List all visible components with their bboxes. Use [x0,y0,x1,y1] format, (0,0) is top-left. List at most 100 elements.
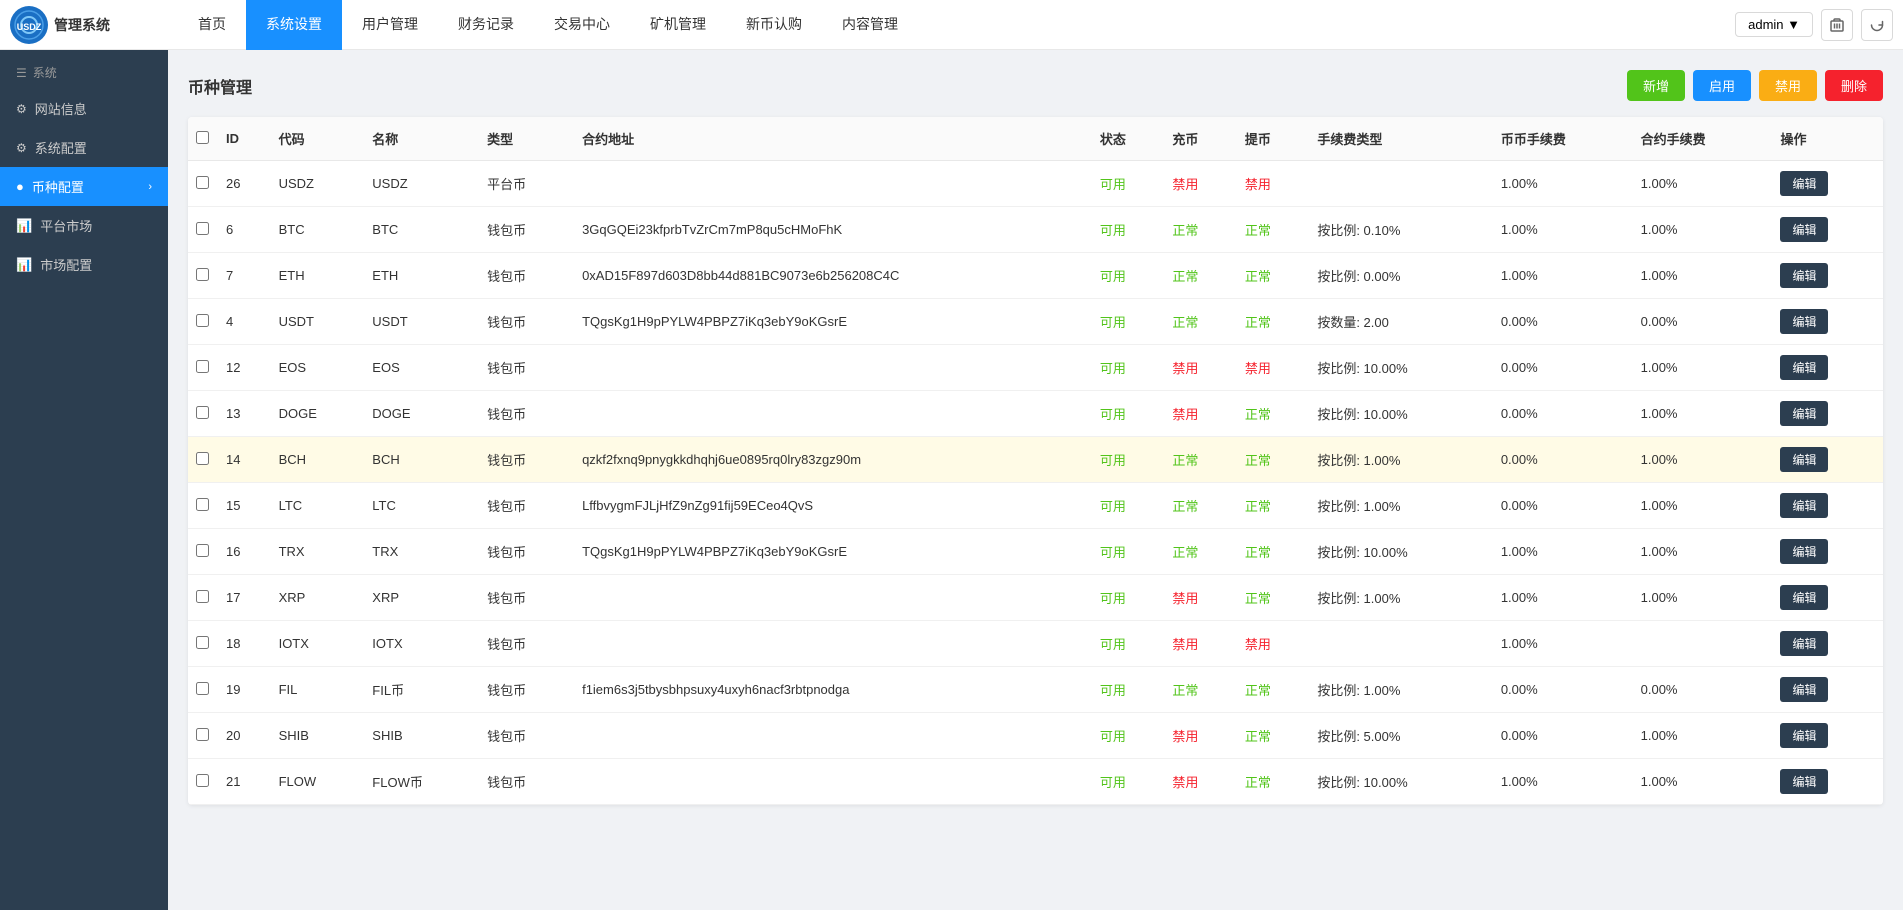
row-checkbox-5[interactable] [196,406,209,419]
row-checkbox-4[interactable] [196,360,209,373]
header-charge: 充币 [1164,117,1237,161]
row-checkbox-3[interactable] [196,314,209,327]
nav-new-coin[interactable]: 新币认购 [726,0,822,50]
edit-button-8[interactable]: 编辑 [1780,539,1828,564]
edit-button-13[interactable]: 编辑 [1780,769,1828,794]
row-contract: TQgsKg1H9pPYLW4PBPZ7iKq3ebY9oKGsrE [574,529,1092,575]
enable-button[interactable]: 启用 [1693,70,1751,101]
row-withdraw: 正常 [1237,483,1310,529]
row-id: 18 [218,621,271,667]
gear-icon-2: ⚙ [16,141,27,155]
row-charge: 正常 [1164,299,1237,345]
row-checkbox-12[interactable] [196,728,209,741]
row-checkbox-cell [188,529,218,575]
row-checkbox-6[interactable] [196,452,209,465]
row-contract [574,391,1092,437]
row-checkbox-cell [188,253,218,299]
nav-mining[interactable]: 矿机管理 [630,0,726,50]
nav-right: admin ▼ [1735,9,1893,41]
row-contract-fee: 1.00% [1633,529,1773,575]
chevron-right-icon: › [148,181,152,193]
edit-button-2[interactable]: 编辑 [1780,263,1828,288]
app-container: USDZ 管理系统 首页 系统设置 用户管理 财务记录 交易中心 矿机管理 新币… [0,0,1903,910]
row-operation: 编辑 [1772,575,1883,621]
sidebar-item-coin-config[interactable]: ● 币种配置 › [0,167,168,206]
header-buttons: 新增 启用 禁用 删除 [1627,70,1883,101]
row-operation: 编辑 [1772,529,1883,575]
row-charge: 禁用 [1164,575,1237,621]
row-checkbox-1[interactable] [196,222,209,235]
coin-table-container: ID 代码 名称 类型 合约地址 状态 充币 提币 手续费类型 币币手续费 合约… [188,117,1883,805]
row-checkbox-0[interactable] [196,176,209,189]
row-name: DOGE [364,391,479,437]
row-contract-fee: 1.00% [1633,391,1773,437]
edit-button-3[interactable]: 编辑 [1780,309,1828,334]
edit-button-10[interactable]: 编辑 [1780,631,1828,656]
main-content: 币种管理 新增 启用 禁用 删除 ID [168,50,1903,910]
row-fee-type: 按比例: 0.10% [1309,207,1493,253]
sidebar-item-platform-market[interactable]: 📊 平台市场 [0,206,168,245]
row-checkbox-8[interactable] [196,544,209,557]
sidebar-item-website-info[interactable]: ⚙ 网站信息 [0,89,168,128]
row-type: 钱包币 [479,759,574,805]
disable-button[interactable]: 禁用 [1759,70,1817,101]
row-fee-type: 按比例: 10.00% [1309,345,1493,391]
nav-user-management[interactable]: 用户管理 [342,0,438,50]
row-checkbox-cell [188,345,218,391]
select-all-checkbox[interactable] [196,131,209,144]
row-withdraw: 正常 [1237,437,1310,483]
row-code: FLOW [271,759,365,805]
row-id: 15 [218,483,271,529]
row-checkbox-9[interactable] [196,590,209,603]
edit-button-11[interactable]: 编辑 [1780,677,1828,702]
nav-content[interactable]: 内容管理 [822,0,918,50]
row-checkbox-7[interactable] [196,498,209,511]
main-nav: 首页 系统设置 用户管理 财务记录 交易中心 矿机管理 新币认购 内容管理 [178,0,1735,50]
edit-button-1[interactable]: 编辑 [1780,217,1828,242]
edit-button-6[interactable]: 编辑 [1780,447,1828,472]
row-withdraw: 正常 [1237,299,1310,345]
edit-button-4[interactable]: 编辑 [1780,355,1828,380]
main-area: ☰ 系统 ⚙ 网站信息 ⚙ 系统配置 ● 币种配置 › 📊 平台市场 📊 [0,50,1903,910]
delete-icon-btn[interactable] [1821,9,1853,41]
add-button[interactable]: 新增 [1627,70,1685,101]
admin-dropdown[interactable]: admin ▼ [1735,12,1813,37]
sidebar-item-system-config[interactable]: ⚙ 系统配置 [0,128,168,167]
edit-button-7[interactable]: 编辑 [1780,493,1828,518]
nav-system-settings[interactable]: 系统设置 [246,0,342,50]
row-checkbox-cell [188,391,218,437]
edit-button-9[interactable]: 编辑 [1780,585,1828,610]
header-id: ID [218,117,271,161]
row-checkbox-13[interactable] [196,774,209,787]
row-withdraw: 正常 [1237,391,1310,437]
edit-button-0[interactable]: 编辑 [1780,171,1828,196]
row-checkbox-cell [188,713,218,759]
row-name: USDT [364,299,479,345]
row-charge: 禁用 [1164,713,1237,759]
delete-button[interactable]: 删除 [1825,70,1883,101]
sidebar-item-market-config[interactable]: 📊 市场配置 [0,245,168,284]
table-row: 13 DOGE DOGE 钱包币 可用 禁用 正常 按比例: 10.00% 0.… [188,391,1883,437]
nav-trade-center[interactable]: 交易中心 [534,0,630,50]
row-id: 16 [218,529,271,575]
row-name: BCH [364,437,479,483]
edit-button-12[interactable]: 编辑 [1780,723,1828,748]
row-code: ETH [271,253,365,299]
row-code: DOGE [271,391,365,437]
refresh-icon-btn[interactable] [1861,9,1893,41]
sidebar: ☰ 系统 ⚙ 网站信息 ⚙ 系统配置 ● 币种配置 › 📊 平台市场 📊 [0,50,168,910]
nav-finance[interactable]: 财务记录 [438,0,534,50]
row-checkbox-10[interactable] [196,636,209,649]
row-checkbox-2[interactable] [196,268,209,281]
row-withdraw: 正常 [1237,667,1310,713]
circle-icon: ● [16,179,24,194]
row-operation: 编辑 [1772,299,1883,345]
row-status: 可用 [1092,621,1165,667]
row-contract: TQgsKg1H9pPYLW4PBPZ7iKq3ebY9oKGsrE [574,299,1092,345]
edit-button-5[interactable]: 编辑 [1780,401,1828,426]
row-checkbox-11[interactable] [196,682,209,695]
row-name: EOS [364,345,479,391]
nav-home[interactable]: 首页 [178,0,246,50]
row-type: 钱包币 [479,667,574,713]
row-withdraw: 禁用 [1237,621,1310,667]
